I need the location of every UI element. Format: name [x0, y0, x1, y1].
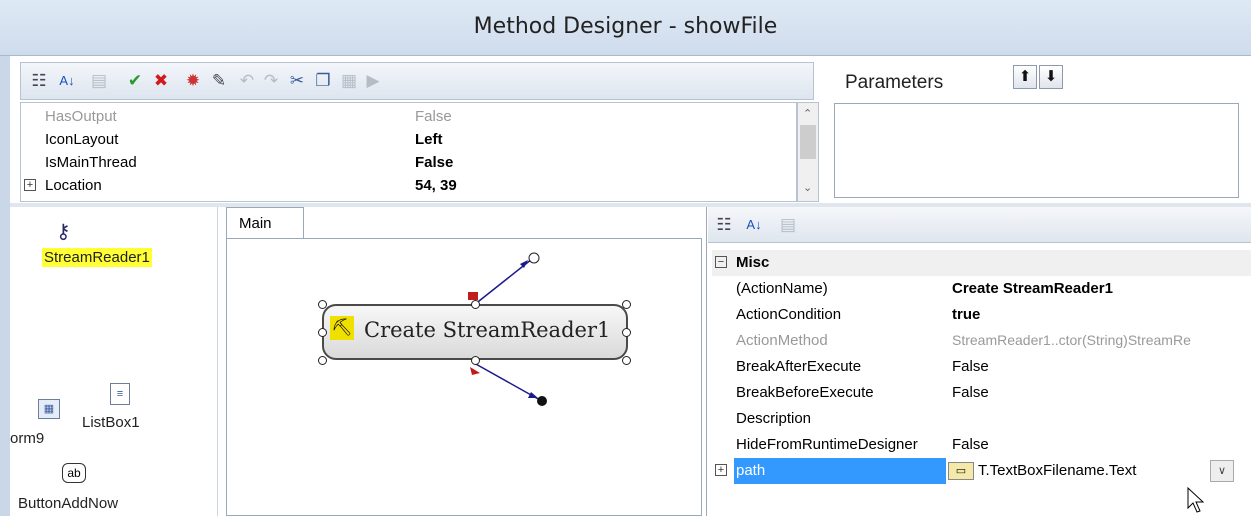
- property-value[interactable]: False: [415, 108, 452, 125]
- property-value[interactable]: T.TextBoxFilename.Text: [978, 462, 1198, 479]
- property-name: ActionCondition: [736, 306, 842, 323]
- property-row[interactable]: IsMainThread False: [21, 151, 796, 174]
- property-row[interactable]: ActionCondition true: [712, 302, 1251, 328]
- redo-icon[interactable]: ↷: [259, 69, 283, 93]
- scroll-down-icon[interactable]: ⌄: [803, 181, 812, 194]
- listbox-icon: ≡: [110, 383, 130, 405]
- mouse-cursor-icon: [1187, 486, 1205, 513]
- resize-handle[interactable]: [318, 328, 327, 337]
- property-value[interactable]: true: [952, 306, 1249, 323]
- property-value[interactable]: False: [415, 154, 453, 171]
- property-name: ActionMethod: [736, 332, 828, 349]
- resize-handle[interactable]: [471, 356, 480, 365]
- property-row[interactable]: BreakAfterExecute False: [712, 354, 1251, 380]
- alphabetical-icon[interactable]: A↓: [742, 213, 766, 237]
- collapse-minus-icon[interactable]: −: [715, 256, 727, 268]
- property-row[interactable]: BreakBeforeExecute False: [712, 380, 1251, 406]
- wand-icon[interactable]: ✎: [207, 69, 231, 93]
- run-icon[interactable]: ▶: [361, 69, 385, 93]
- scroll-thumb[interactable]: [800, 125, 816, 159]
- property-pages-icon[interactable]: ▤: [87, 69, 111, 93]
- component-listbox1[interactable]: ListBox1: [82, 414, 140, 431]
- categorized-icon[interactable]: ☷: [712, 213, 736, 237]
- component-form9[interactable]: orm9: [10, 430, 44, 447]
- property-name: Description: [736, 410, 812, 427]
- window-left-edge: [0, 56, 10, 516]
- property-value[interactable]: 54, 39: [415, 177, 457, 194]
- parameters-list[interactable]: [834, 103, 1239, 198]
- resize-handle[interactable]: [622, 328, 631, 337]
- property-name: HideFromRuntimeDesigner: [736, 436, 918, 453]
- property-row-path[interactable]: + path ▭ T.TextBoxFilename.Text ∨: [712, 458, 1251, 484]
- property-row[interactable]: ActionMethod StreamReader1..ctor(String)…: [712, 328, 1251, 354]
- paste-icon[interactable]: ▦: [337, 69, 361, 93]
- textbox-property-icon: ▭: [948, 462, 974, 480]
- property-name: BreakAfterExecute: [736, 358, 862, 375]
- scroll-up-icon[interactable]: ⌃: [803, 107, 812, 120]
- action-node-label: Create StreamReader1: [364, 318, 611, 342]
- connector-lines: [468, 252, 547, 406]
- debug-icon[interactable]: ✹: [181, 69, 205, 93]
- property-row[interactable]: Description: [712, 406, 1251, 432]
- property-row[interactable]: + Location 54, 39: [21, 174, 796, 197]
- property-grid: HasOutput False IconLayout Left IsMainTh…: [20, 102, 797, 202]
- resize-handle[interactable]: [622, 300, 631, 309]
- expand-plus-icon[interactable]: +: [715, 464, 727, 476]
- window-title: Method Designer - showFile: [473, 14, 778, 39]
- property-name: BreakBeforeExecute: [736, 384, 874, 401]
- undo-icon[interactable]: ↶: [235, 69, 259, 93]
- property-value[interactable]: Left: [415, 131, 443, 148]
- button-ab-icon: ab: [62, 463, 86, 483]
- property-value[interactable]: False: [952, 384, 1249, 401]
- property-name: HasOutput: [45, 108, 117, 125]
- property-pages-icon[interactable]: ▤: [776, 213, 800, 237]
- property-name: IsMainThread: [45, 154, 137, 171]
- resize-handle[interactable]: [318, 300, 327, 309]
- property-row[interactable]: IconLayout Left: [21, 128, 796, 151]
- up-arrow-icon[interactable]: ⬆: [1013, 65, 1037, 89]
- cancel-x-icon[interactable]: ✖: [149, 69, 173, 93]
- form-icon: ▦: [38, 399, 60, 419]
- dropdown-arrow-icon[interactable]: ∨: [1210, 460, 1234, 482]
- tab-main[interactable]: Main: [226, 207, 304, 239]
- property-value[interactable]: False: [952, 358, 1249, 375]
- key-icon: ⚷: [56, 221, 71, 243]
- group-label: Misc: [736, 254, 770, 271]
- property-name: IconLayout: [45, 131, 119, 148]
- categorized-icon[interactable]: ☷: [27, 69, 51, 93]
- property-value[interactable]: Create StreamReader1: [952, 280, 1249, 297]
- resize-handle[interactable]: [471, 300, 480, 309]
- property-row[interactable]: HasOutput False: [21, 105, 796, 128]
- action-properties-toolbar: ☷ A↓ ▤: [708, 207, 1251, 243]
- component-streamreader1[interactable]: StreamReader1: [42, 248, 152, 267]
- property-name: Location: [45, 177, 102, 194]
- property-name: (ActionName): [736, 280, 828, 297]
- resize-handle[interactable]: [318, 356, 327, 365]
- property-value[interactable]: False: [952, 436, 1249, 453]
- ok-check-icon[interactable]: ✔: [123, 69, 147, 93]
- cut-icon[interactable]: ✂: [285, 69, 309, 93]
- property-row[interactable]: HideFromRuntimeDesigner False: [712, 432, 1251, 458]
- property-grid-scrollbar[interactable]: ⌃ ⌄: [797, 102, 819, 202]
- parameters-label: Parameters: [845, 72, 944, 93]
- resize-handle[interactable]: [622, 356, 631, 365]
- action-runner-icon: ⛏: [330, 316, 354, 340]
- group-row-misc[interactable]: − Misc: [712, 250, 1251, 276]
- component-buttonaddnow[interactable]: ButtonAddNow: [18, 495, 118, 512]
- components-panel: ⚷ StreamReader1 ≡ ListBox1 ▦ orm9 ab But…: [10, 207, 218, 516]
- alphabetical-icon[interactable]: A↓: [55, 69, 79, 93]
- property-row[interactable]: (ActionName) Create StreamReader1: [712, 276, 1251, 302]
- expand-plus-icon[interactable]: +: [24, 179, 36, 191]
- property-name: path: [734, 458, 946, 484]
- designer-toolbar: ☷ A↓ ▤ ✔ ✖ ✹ ✎ ↶ ↷ ✂ ❐ ▦ ▶: [20, 62, 814, 100]
- copy-icon[interactable]: ❐: [311, 69, 335, 93]
- down-arrow-icon[interactable]: ⬇: [1039, 65, 1063, 89]
- property-value[interactable]: StreamReader1..ctor(String)StreamRe: [952, 332, 1249, 348]
